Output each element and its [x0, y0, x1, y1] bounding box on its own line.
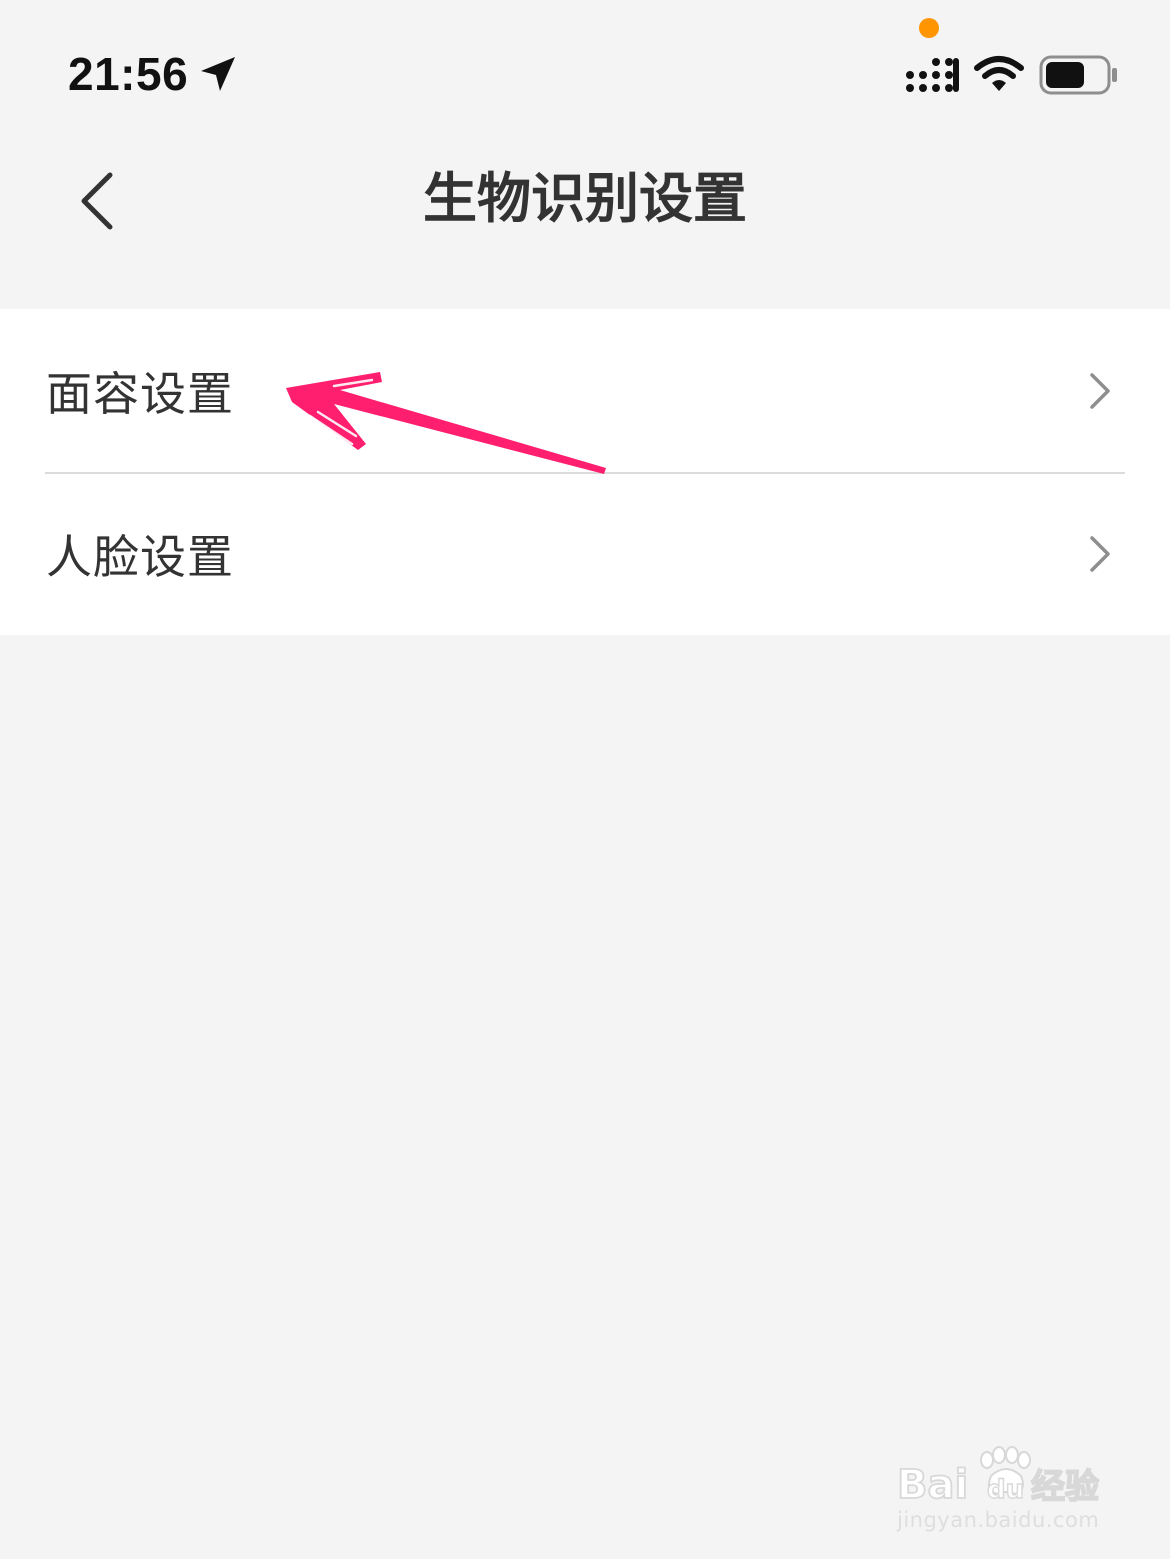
- settings-item-face-setup[interactable]: 面容设置: [0, 309, 1170, 472]
- chevron-right-icon: [1090, 372, 1110, 409]
- privacy-dot-icon: [919, 18, 939, 38]
- status-time: 21:56: [68, 48, 189, 100]
- settings-item-face-recognition[interactable]: 人脸设置: [0, 472, 1170, 635]
- page-title: 生物识别设置: [423, 167, 747, 230]
- status-bar: 21:56: [0, 0, 1170, 130]
- settings-item-label: 人脸设置: [46, 529, 234, 584]
- svg-text:du: du: [987, 1475, 1024, 1505]
- svg-text:经验: 经验: [1031, 1467, 1099, 1506]
- settings-list: 面容设置 人脸设置: [0, 309, 1170, 635]
- chevron-right-icon: [1090, 535, 1110, 572]
- location-arrow-icon: [201, 57, 236, 91]
- watermark-url: jingyan.baidu.com: [897, 1508, 1100, 1532]
- settings-item-label: 面容设置: [46, 366, 234, 421]
- baidu-watermark: Bai du 经验 jingyan.baidu.com: [895, 1432, 1115, 1542]
- status-time-group: 21:56: [68, 46, 238, 102]
- wifi-icon: [974, 56, 1024, 91]
- baidu-jingyan-logo: Bai du 经验: [896, 1446, 1100, 1506]
- svg-text:Bai: Bai: [897, 1462, 968, 1506]
- battery-icon: [1039, 55, 1117, 95]
- nav-bar: 生物识别设置: [0, 130, 1170, 270]
- cellular-signal-icon: [906, 58, 959, 92]
